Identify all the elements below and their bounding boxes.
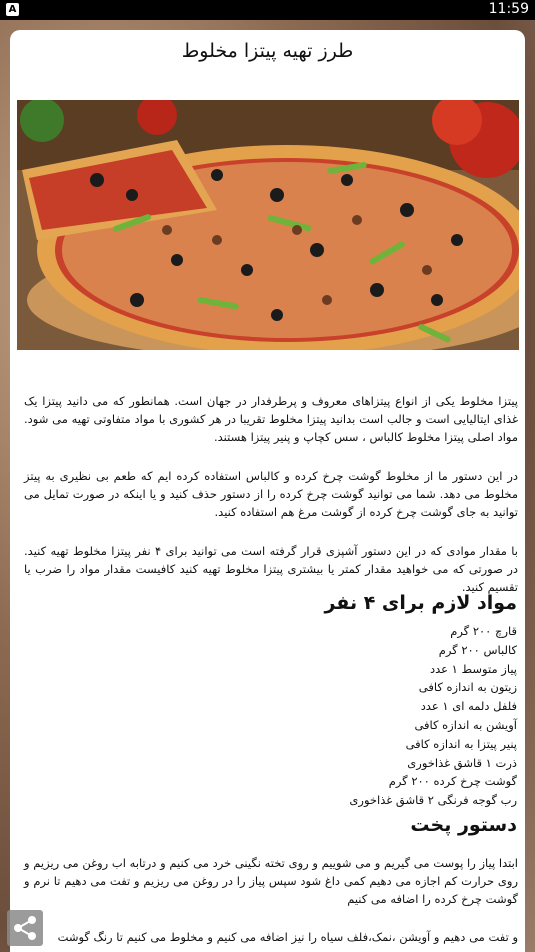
- intro-paragraph: پیتزا مخلوط یکی از انواع پیتزاهای معروف …: [24, 393, 518, 444]
- ingredient-item: آویشن به اندازه کافی: [414, 717, 517, 732]
- article-card: طرز تهیه پیتزا مخلوط پیتزا مخلوط یکی از …: [10, 30, 525, 952]
- ingredients-list: قارچ ۲۰۰ گرم کالباس ۲۰۰ گرم پیاز متوسط ۱…: [217, 622, 517, 810]
- status-time: 11:59: [488, 1, 529, 17]
- recipe-note-paragraph: در این دستور ما از مخلوط گوشت چرخ کرده و…: [24, 468, 518, 519]
- share-icon: [14, 916, 36, 940]
- app-notification-icon: A: [6, 3, 19, 16]
- ingredient-item: پنیر پیتزا به اندازه کافی: [405, 736, 517, 751]
- status-bar: A 11:59: [0, 0, 535, 20]
- ingredients-heading: مواد لازم برای ۴ نفر: [324, 592, 517, 614]
- ingredient-item: زیتون به اندازه کافی: [418, 680, 517, 695]
- share-button[interactable]: [7, 910, 43, 946]
- pizza-image: [17, 100, 519, 350]
- ingredient-item: گوشت چرخ کرده ۲۰۰ گرم: [388, 774, 517, 789]
- step-paragraph: ابتدا پیاز را پوست می گیریم و می شوییم و…: [24, 855, 518, 906]
- ingredient-item: ذرت ۱ قاشق غذاخوری: [407, 755, 517, 770]
- ingredient-item: قارچ ۲۰۰ گرم: [450, 624, 517, 638]
- ingredient-item: فلفل دلمه ای ۱ عدد: [420, 699, 517, 714]
- ingredient-item: پیاز متوسط ۱ عدد: [429, 661, 517, 676]
- ingredient-item: کالباس ۲۰۰ گرم: [438, 642, 517, 657]
- page-title: طرز تهیه پیتزا مخلوط: [181, 40, 354, 62]
- ingredient-item: رب گوجه فرنگی ۲ قاشق غذاخوری: [349, 793, 517, 808]
- steps-heading: دستور پخت: [410, 814, 517, 836]
- servings-paragraph: با مقدار موادی که در این دستور آشپزی قرا…: [24, 543, 518, 594]
- step-paragraph: و تفت می دهیم و آویشن ،نمک،فلف سیاه را ن…: [57, 929, 518, 944]
